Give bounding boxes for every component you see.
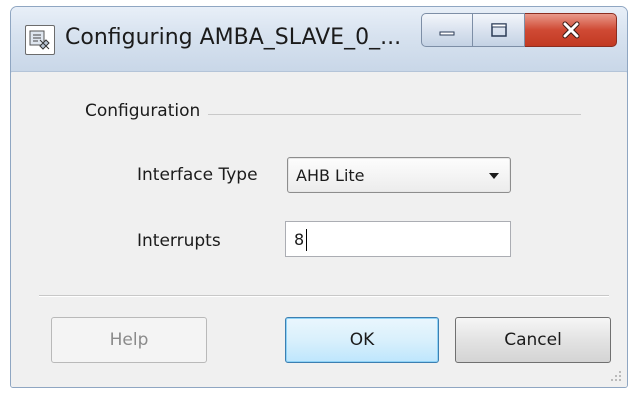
resize-grip-icon[interactable] [609, 369, 623, 383]
title-bar[interactable]: Configuring AMBA_SLAVE_0_... [11, 7, 627, 72]
help-button[interactable]: Help [51, 317, 207, 363]
cancel-button[interactable]: Cancel [455, 317, 611, 363]
ok-button[interactable]: OK [285, 317, 439, 363]
interrupts-value: 8 [294, 230, 305, 249]
window-title: Configuring AMBA_SLAVE_0_... [65, 25, 402, 50]
group-label-configuration: Configuration [85, 101, 209, 121]
close-icon [562, 21, 579, 39]
interface-type-value: AHB Lite [296, 166, 365, 185]
interrupts-label: Interrupts [137, 231, 221, 251]
interrupts-input[interactable]: 8 [285, 221, 511, 257]
interface-type-select[interactable]: AHB Lite [287, 157, 511, 193]
close-button[interactable] [525, 13, 617, 47]
interface-type-label: Interface Type [137, 165, 258, 185]
chevron-down-icon [489, 173, 499, 179]
caption-buttons [421, 13, 617, 47]
maximize-button[interactable] [473, 13, 525, 47]
dialog-content: Configuration Interface Type AHB Lite In… [11, 73, 627, 387]
component-config-icon[interactable] [25, 25, 55, 55]
maximize-icon [490, 23, 507, 37]
minimize-button[interactable] [421, 13, 473, 47]
button-separator [39, 295, 609, 297]
minimize-icon [439, 31, 455, 36]
configuration-dialog: Configuring AMBA_SLAVE_0_... Configurati… [10, 6, 628, 388]
text-caret [306, 229, 307, 251]
